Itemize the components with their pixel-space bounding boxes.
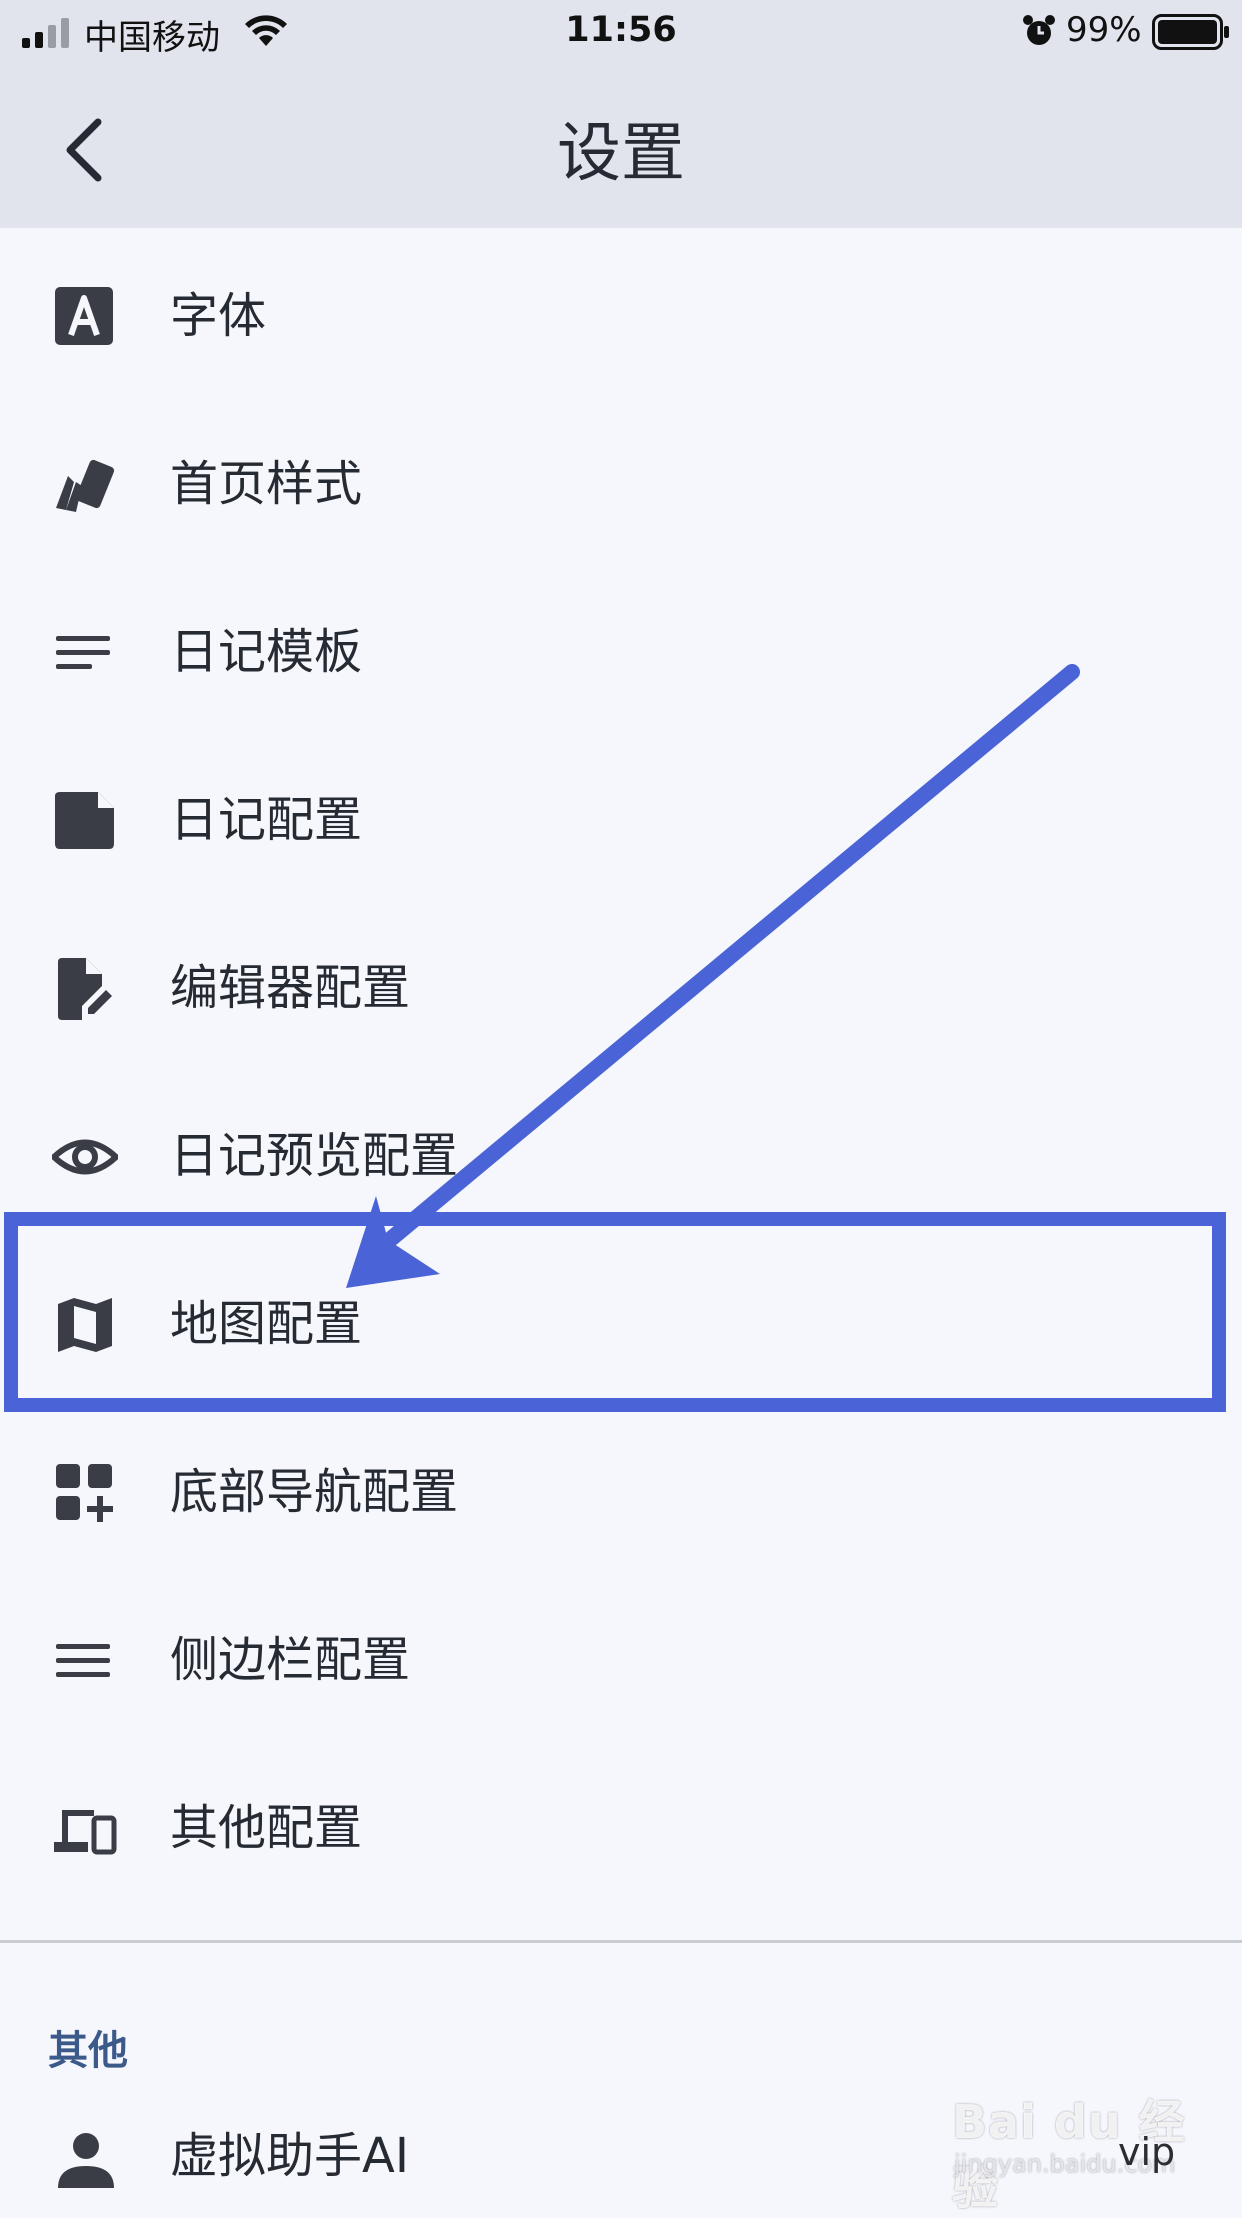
settings-item-diary-template[interactable]: 日记模板 <box>0 564 1242 732</box>
settings-item-label: 底部导航配置 <box>170 1464 459 1520</box>
eye-icon <box>52 1139 118 1175</box>
alarm-icon <box>1023 15 1055 45</box>
settings-item-font[interactable]: 字体 <box>0 228 1242 396</box>
settings-item-bottom-nav-config[interactable]: 底部导航配置 <box>0 1404 1242 1572</box>
settings-item-label: 字体 <box>170 288 267 344</box>
battery-percent: 99% <box>1066 10 1142 50</box>
lines-left-icon <box>56 636 110 669</box>
grid-plus-icon <box>56 1464 113 1522</box>
nav-bar: 设置 <box>0 62 1242 228</box>
settings-item-label: 虚拟助手AI <box>170 2128 409 2184</box>
settings-item-label: 日记配置 <box>170 792 363 848</box>
person-icon <box>58 2133 114 2188</box>
highlight-box <box>4 1212 1226 1412</box>
menu-lines-icon <box>56 1644 110 1677</box>
watermark: Bai du 经验 jingyan.baidu.com vip <box>952 2086 1192 2215</box>
settings-item-label: 日记预览配置 <box>170 1128 459 1184</box>
settings-item-label: 侧边栏配置 <box>170 1632 411 1688</box>
settings-item-home-style[interactable]: 首页样式 <box>0 396 1242 564</box>
settings-item-label: 其他配置 <box>170 1800 363 1856</box>
settings-item-other-config[interactable]: 其他配置 <box>0 1740 1242 1908</box>
edit-file-icon <box>58 958 112 1020</box>
section-divider <box>0 1940 1242 1943</box>
settings-item-preview-config[interactable]: 日记预览配置 <box>0 1068 1242 1236</box>
settings-item-diary-config[interactable]: 日记配置 <box>0 732 1242 900</box>
battery-icon <box>1152 14 1229 50</box>
settings-item-label: 首页样式 <box>170 456 363 512</box>
devices-icon <box>54 1810 117 1855</box>
settings-item-label: 编辑器配置 <box>170 960 411 1016</box>
font-a-icon <box>55 287 113 345</box>
settings-item-label: 日记模板 <box>170 624 363 680</box>
page-title: 设置 <box>557 117 685 191</box>
status-bar: 中国移动 11:56 99% <box>0 0 1242 62</box>
section-title-other: 其他 <box>48 2028 128 2074</box>
note-icon <box>55 792 114 849</box>
settings-item-sidebar-config[interactable]: 侧边栏配置 <box>0 1572 1242 1740</box>
settings-item-editor-config[interactable]: 编辑器配置 <box>0 900 1242 1068</box>
card-stack-icon <box>56 459 115 512</box>
watermark-vip-badge: vip <box>1118 2130 1176 2174</box>
